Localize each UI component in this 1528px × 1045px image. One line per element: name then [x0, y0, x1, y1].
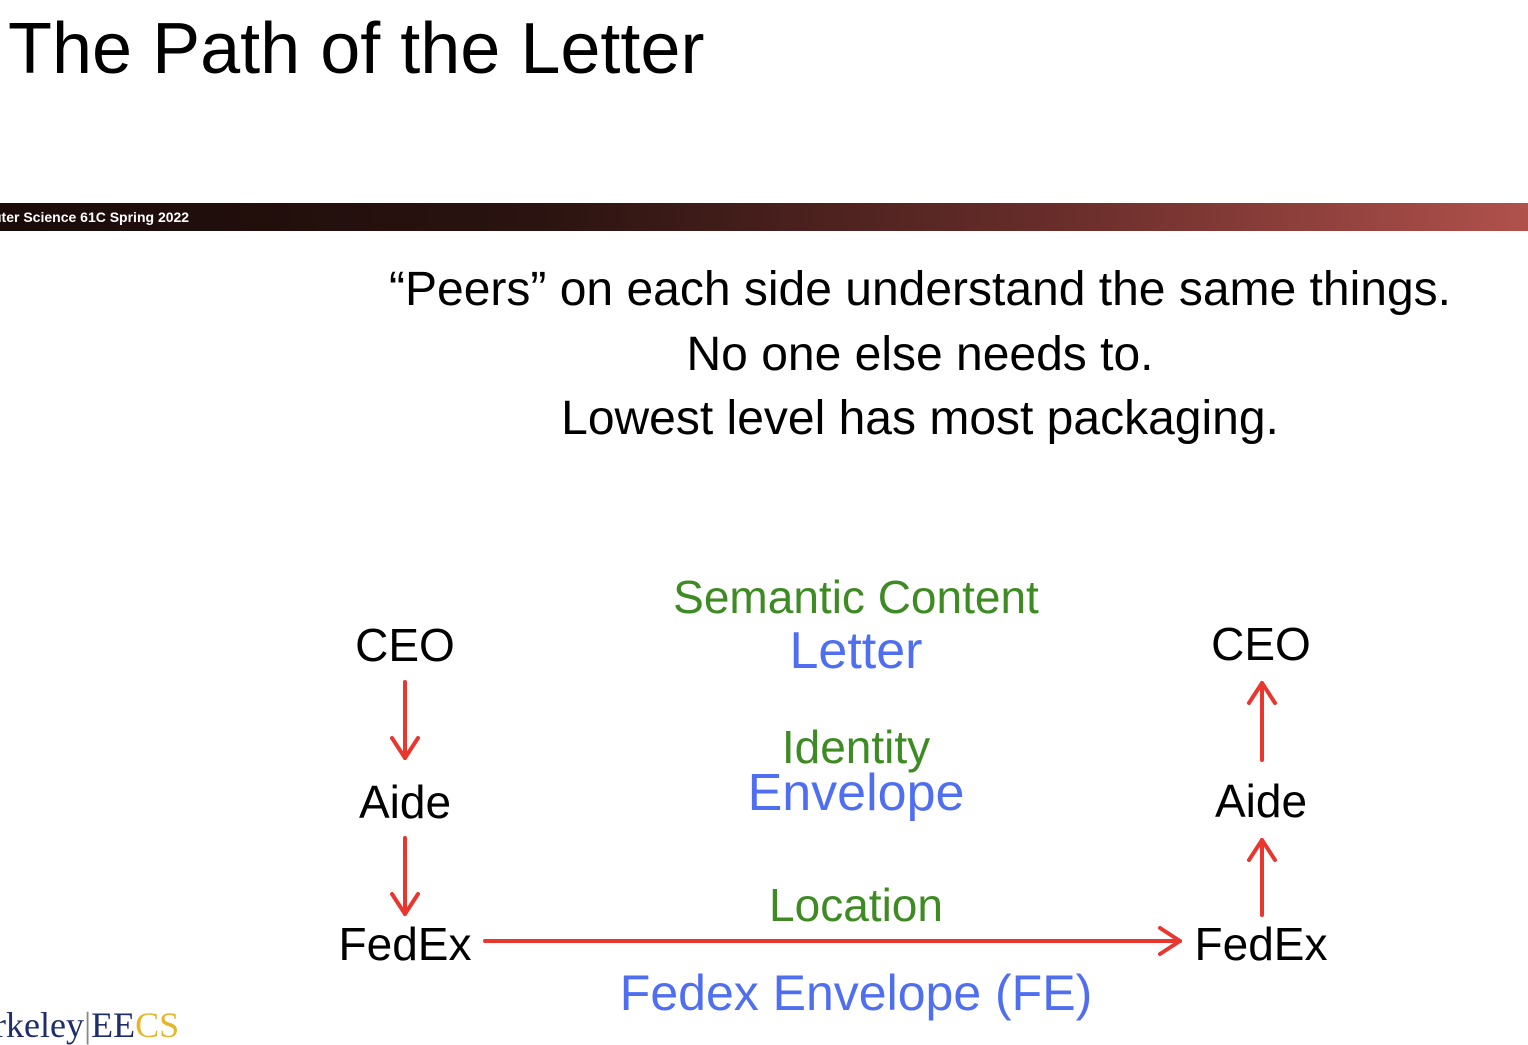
arrow-left-ceo-to-aide: [390, 680, 420, 760]
left-aide-node: Aide: [358, 776, 452, 828]
location-label: Location: [769, 879, 943, 931]
left-ceo-node: CEO: [355, 619, 455, 671]
arrow-right-aide-to-ceo: [1247, 681, 1277, 762]
right-fedex-node: FedEx: [1194, 918, 1328, 970]
semantic-content-label: Semantic Content: [673, 571, 1039, 623]
layer-diagram: [390, 680, 1277, 956]
fedex-envelope-package-label: Fedex Envelope (FE): [619, 965, 1093, 1021]
arrow-left-aide-to-fedex: [390, 836, 420, 916]
arrow-fedex-to-fedex: [483, 926, 1182, 956]
letter-package-label: Letter: [789, 622, 923, 680]
berkeley-eecs-logo: rkeley|EECS: [0, 1005, 180, 1045]
envelope-package-label: Envelope: [747, 764, 965, 822]
left-fedex-node: FedEx: [338, 918, 472, 970]
arrow-right-fedex-to-aide: [1247, 838, 1277, 917]
right-aide-node: Aide: [1214, 775, 1308, 827]
right-ceo-node: CEO: [1211, 618, 1311, 670]
